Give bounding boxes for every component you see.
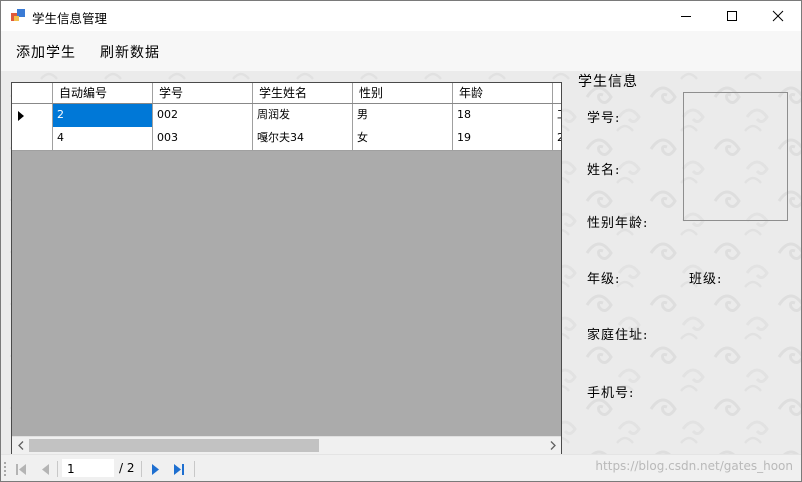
name-label: 姓名:: [587, 163, 621, 178]
row-header-cell[interactable]: [12, 104, 53, 127]
minimize-button[interactable]: [663, 1, 709, 31]
column-header-gender[interactable]: 性别: [353, 83, 453, 103]
app-icon: [11, 9, 25, 21]
move-next-button[interactable]: [147, 461, 163, 477]
grid-header-row: 自动编号 学号 学生姓名 性别 年龄: [12, 83, 561, 104]
cell-auto-id[interactable]: 2: [53, 104, 153, 127]
scroll-right-button[interactable]: [544, 437, 561, 454]
toolbar-grip-icon: [4, 462, 6, 476]
phone-label: 手机号:: [587, 386, 635, 401]
scroll-left-button[interactable]: [12, 437, 29, 454]
move-first-icon: [15, 463, 26, 475]
cell-student-name[interactable]: 周润发: [253, 104, 353, 127]
table-row[interactable]: 4 003 嘎尔夫34 女 19 2: [12, 127, 561, 151]
table-row[interactable]: 2 002 周润发 男 18 工: [12, 104, 561, 128]
student-data-grid[interactable]: 自动编号 学号 学生姓名 性别 年龄 2 002 周润发 男 18 工 4 00…: [11, 82, 562, 455]
maximize-button[interactable]: [709, 1, 755, 31]
current-page-input[interactable]: 1: [62, 459, 114, 477]
cell-student-name[interactable]: 嘎尔夫34: [253, 127, 353, 150]
student-info-groupbox-title: 学生信息: [578, 74, 638, 90]
menu-refresh-data[interactable]: 刷新数据: [100, 42, 160, 62]
close-icon: [772, 10, 784, 22]
cell-more[interactable]: 工: [553, 104, 561, 127]
page-count-label: / 2: [119, 461, 135, 475]
move-last-button[interactable]: [171, 461, 187, 477]
menu-bar: 添加学生 刷新数据: [1, 31, 801, 71]
menu-add-student[interactable]: 添加学生: [16, 42, 76, 62]
cell-more[interactable]: 2: [553, 127, 561, 150]
toolbar-separator: [141, 461, 142, 477]
cell-auto-id[interactable]: 4: [53, 127, 153, 150]
close-button[interactable]: [755, 1, 801, 31]
column-header-more[interactable]: [553, 83, 561, 103]
maximize-icon: [727, 11, 737, 21]
cell-student-no[interactable]: 003: [153, 127, 253, 150]
cell-gender[interactable]: 女: [353, 127, 453, 150]
column-header-student-no[interactable]: 学号: [153, 83, 253, 103]
toolbar-separator: [57, 461, 58, 477]
scrollbar-thumb[interactable]: [29, 439, 319, 452]
move-previous-icon: [41, 463, 49, 475]
title-bar: 学生信息管理: [1, 1, 801, 31]
horizontal-scrollbar[interactable]: [12, 436, 561, 454]
cell-age[interactable]: 18: [453, 104, 553, 127]
move-next-icon: [151, 463, 159, 475]
student-photo-box[interactable]: [683, 92, 788, 221]
main-window: 学生信息管理 添加学生 刷新数据 自动编号 学号 学生姓名 性别 年龄 2 00…: [0, 0, 802, 482]
minimize-icon: [681, 16, 691, 17]
class-label: 班级:: [689, 272, 723, 287]
gender-age-label: 性别年龄:: [587, 216, 649, 231]
move-first-button[interactable]: [13, 461, 29, 477]
column-header-auto-id[interactable]: 自动编号: [53, 83, 153, 103]
move-previous-button[interactable]: [37, 461, 53, 477]
grade-label: 年级:: [587, 272, 621, 287]
cell-age[interactable]: 19: [453, 127, 553, 150]
cell-gender[interactable]: 男: [353, 104, 453, 127]
toolbar-separator: [194, 461, 195, 477]
chevron-left-icon: [17, 441, 23, 450]
corner-header-cell: [12, 83, 53, 103]
column-header-age[interactable]: 年龄: [453, 83, 553, 103]
chevron-right-icon: [550, 441, 556, 450]
address-label: 家庭住址:: [587, 328, 649, 343]
student-no-label: 学号:: [587, 111, 621, 126]
move-last-icon: [173, 463, 184, 475]
watermark-text: https://blog.csdn.net/gates_hoon: [595, 459, 793, 473]
row-header-cell[interactable]: [12, 127, 53, 150]
window-title: 学生信息管理: [32, 11, 108, 26]
cell-student-no[interactable]: 002: [153, 104, 253, 127]
current-row-arrow-icon: [18, 111, 24, 121]
column-header-student-name[interactable]: 学生姓名: [253, 83, 353, 103]
